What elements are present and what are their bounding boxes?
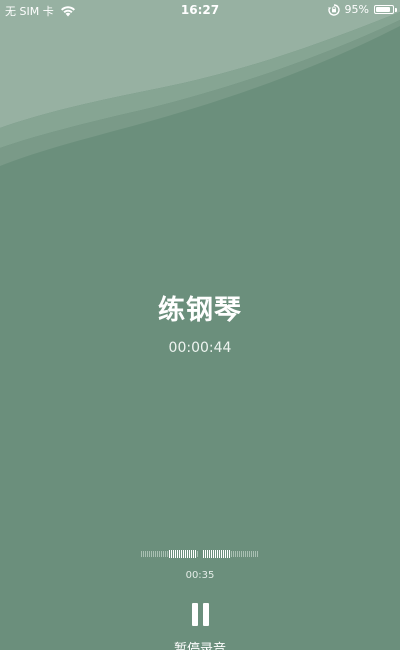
waveform-tick: [247, 551, 248, 557]
waveform-tick: [251, 551, 252, 557]
waveform-tick: [185, 550, 186, 558]
waveform-tick: [171, 550, 172, 558]
status-right: 95%: [327, 3, 397, 16]
waveform-tick: [141, 551, 142, 557]
waveform-tick: [221, 550, 222, 558]
waveform-tick: [151, 551, 152, 557]
pause-icon-right-bar: [203, 603, 209, 626]
waveform-tick: [145, 551, 146, 557]
waveform-tick: [213, 550, 214, 558]
waveform-tick: [195, 550, 196, 558]
waveform-tick: [253, 551, 254, 557]
waveform-tick: [189, 550, 190, 558]
waveform-tick: [177, 550, 178, 558]
playback-position: 00:35: [185, 570, 215, 581]
battery-level-fill: [376, 7, 391, 12]
waveform-tick: [249, 551, 250, 557]
audio-waveform: [141, 550, 258, 558]
waveform-tick: [179, 550, 180, 558]
waveform-tick: [187, 550, 188, 558]
waveform-tick: [237, 551, 238, 557]
waveform-tick: [243, 551, 244, 557]
waveform-tick: [173, 550, 174, 558]
recording-title: 练钢琴: [158, 295, 242, 326]
waveform-tick: [167, 551, 168, 557]
waveform-tick: [223, 550, 224, 558]
waveform-tick: [169, 550, 170, 558]
waveform-tick: [155, 551, 156, 557]
waveform-tick: [245, 551, 246, 557]
waveform-tick: [157, 551, 158, 557]
status-bar: 无 SIM 卡 16:27 95%: [0, 0, 400, 22]
waveform-tick: [209, 550, 210, 558]
waveform-tick: [219, 550, 220, 558]
pause-icon-left-bar: [192, 603, 198, 626]
pause-recording-button[interactable]: [182, 598, 218, 632]
waveform-tick: [197, 551, 198, 557]
pause-recording-label[interactable]: 暂停录音: [0, 638, 400, 650]
waveform-tick: [149, 551, 150, 557]
lock-rotation-icon: [327, 3, 340, 16]
waveform-tick: [205, 550, 206, 558]
waveform-tick: [231, 551, 232, 557]
waveform-tick: [203, 550, 204, 558]
waveform-tick: [239, 551, 240, 557]
waveform-tick: [207, 550, 208, 558]
waveform-tick: [217, 550, 218, 558]
recording-screen: 无 SIM 卡 16:27 95% 练钢琴 00:00:44 00:35 暂停录…: [0, 0, 400, 650]
waveform-tick: [233, 551, 234, 557]
waveform-tick: [255, 551, 256, 557]
battery-percent: 95%: [344, 3, 369, 16]
elapsed-timer: 00:00:44: [168, 340, 232, 356]
waveform-tick: [241, 551, 242, 557]
waveform-tick: [175, 550, 176, 558]
waveform-tick: [257, 551, 258, 557]
waveform-tick: [191, 550, 192, 558]
waveform-tick: [215, 550, 216, 558]
background-wave-decoration: [0, 0, 400, 166]
waveform-tick: [183, 550, 184, 558]
waveform-tick: [165, 551, 166, 557]
battery-icon: [374, 5, 397, 14]
waveform-tick: [227, 550, 228, 558]
waveform-tick: [181, 550, 182, 558]
waveform-tick: [235, 551, 236, 557]
waveform-tick: [143, 551, 144, 557]
waveform-tick: [229, 550, 230, 558]
waveform-tick: [225, 550, 226, 558]
waveform-tick: [163, 551, 164, 557]
waveform-tick: [211, 550, 212, 558]
waveform-tick: [147, 551, 148, 557]
waveform-tick: [161, 551, 162, 557]
waveform-tick: [153, 551, 154, 557]
waveform-tick: [193, 550, 194, 558]
waveform-tick: [159, 551, 160, 557]
